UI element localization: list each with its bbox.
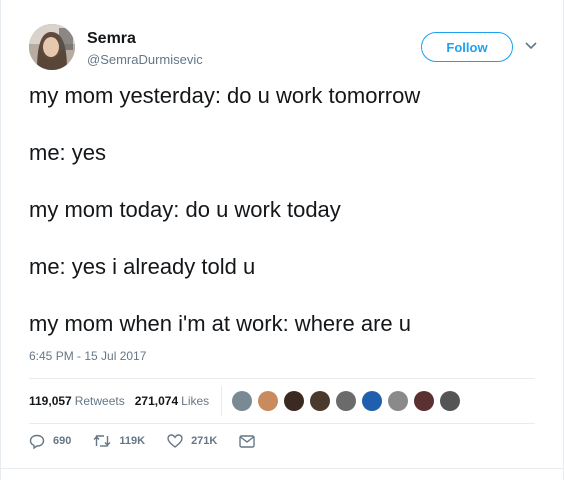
tweet-stats: 119,057 Retweets 271,074 Likes — [29, 378, 535, 424]
likes-count: 271,074 — [134, 394, 179, 408]
reply-icon — [29, 434, 45, 449]
chevron-down-icon — [525, 42, 537, 50]
stats-divider — [221, 386, 223, 416]
heart-icon — [167, 434, 183, 448]
tweet-line: my mom today: do u work today — [29, 197, 341, 222]
tweet-line: me: yes — [29, 140, 107, 165]
reply-button[interactable]: 690 — [29, 434, 71, 449]
tweet-timestamp[interactable]: 6:45 PM - 15 Jul 2017 — [29, 349, 146, 363]
liker-avatar[interactable] — [414, 391, 435, 411]
like-button[interactable]: 271K — [167, 434, 217, 448]
liker-avatar[interactable] — [284, 391, 305, 411]
tweet-text: my mom yesterday: do u work tomorrow me:… — [29, 82, 543, 367]
retweets-stat[interactable]: 119,057 Retweets — [29, 394, 125, 408]
like-count: 271K — [191, 435, 218, 447]
display-name[interactable]: Semra — [87, 30, 136, 48]
liker-avatar[interactable] — [258, 391, 279, 411]
tweet-line: my mom when i'm at work: where are u — [29, 311, 411, 336]
retweets-count: 119,057 — [29, 394, 72, 408]
tweet-card: Semra @SemraDurmisevic Follow my mom yes… — [0, 0, 564, 480]
screen-name[interactable]: @SemraDurmisevic — [87, 52, 203, 67]
liker-avatar[interactable] — [440, 391, 461, 411]
direct-message-button[interactable] — [239, 434, 263, 448]
tweet-line: me: yes i already told u — [29, 254, 256, 279]
liker-avatars — [232, 391, 466, 411]
retweet-count: 119K — [119, 435, 146, 447]
follow-button[interactable]: Follow — [421, 32, 513, 62]
liker-avatar[interactable] — [388, 391, 409, 411]
tweet-actions: 690 119K 271K — [29, 430, 285, 452]
tweet-line: my mom yesterday: do u work tomorrow — [29, 83, 421, 108]
liker-avatar[interactable] — [362, 391, 383, 411]
retweet-button[interactable]: 119K — [93, 434, 145, 448]
likes-label: Likes — [181, 394, 210, 408]
tweet-header: Semra @SemraDurmisevic Follow — [29, 24, 543, 72]
reply-count: 690 — [53, 435, 72, 447]
liker-avatar[interactable] — [310, 391, 331, 411]
more-options-caret[interactable] — [519, 34, 543, 58]
liker-avatar[interactable] — [336, 391, 357, 411]
avatar[interactable] — [29, 24, 75, 70]
likes-stat[interactable]: 271,074 Likes — [135, 394, 209, 408]
envelope-icon — [239, 434, 256, 448]
liker-avatar[interactable] — [232, 391, 253, 411]
tweet-bottom-border — [1, 468, 563, 469]
retweets-label: Retweets — [74, 394, 125, 408]
retweet-icon — [93, 435, 111, 447]
